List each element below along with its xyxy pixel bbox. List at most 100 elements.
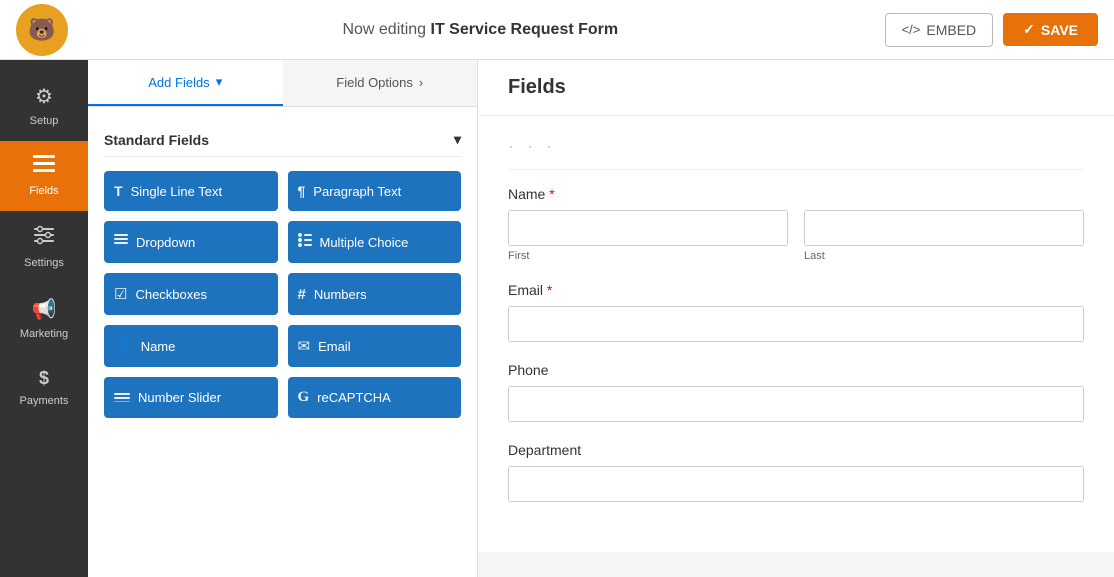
dropdown-icon xyxy=(114,233,128,251)
standard-fields-label: Standard Fields xyxy=(104,132,209,148)
email-label-text: Email xyxy=(508,282,543,298)
settings-icon xyxy=(34,225,54,251)
field-btn-numbers[interactable]: # Numbers xyxy=(288,273,462,315)
sidebar-item-marketing[interactable]: 📢 Marketing xyxy=(0,283,88,354)
department-input[interactable] xyxy=(508,466,1084,502)
field-options-chevron-icon: › xyxy=(419,75,423,90)
editing-prefix: Now editing xyxy=(342,21,426,38)
sidebar-setup-label: Setup xyxy=(30,115,59,127)
tab-add-fields[interactable]: Add Fields ▾ xyxy=(88,60,283,106)
embed-label: EMBED xyxy=(926,22,976,38)
form-field-name: Name * First Last xyxy=(508,186,1084,262)
phone-input[interactable] xyxy=(508,386,1084,422)
fields-heading: Fields xyxy=(508,76,566,98)
save-button[interactable]: ✓ SAVE xyxy=(1003,13,1098,46)
form-field-department: Department xyxy=(508,442,1084,502)
checkboxes-label: Checkboxes xyxy=(135,287,207,302)
left-panel: Add Fields ▾ Field Options › Standard Fi… xyxy=(88,60,478,577)
name-label: Name xyxy=(141,339,176,354)
single-line-text-label: Single Line Text xyxy=(131,184,223,199)
sidebar-fields-label: Fields xyxy=(29,185,58,197)
field-btn-email[interactable]: ✉ Email xyxy=(288,325,462,367)
form-preview: Fields · · · Name * First xyxy=(478,60,1114,577)
sidebar-payments-label: Payments xyxy=(20,395,69,407)
panel-content: Standard Fields ▾ T Single Line Text ¶ P… xyxy=(88,107,477,577)
last-name-sublabel: Last xyxy=(804,250,1084,262)
phone-field-label: Phone xyxy=(508,362,1084,378)
name-field-label: Name * xyxy=(508,186,1084,202)
embed-code-icon: </> xyxy=(902,22,921,37)
field-btn-recaptcha[interactable]: G reCAPTCHA xyxy=(288,377,462,418)
multiple-choice-icon xyxy=(298,233,312,251)
checkmark-icon: ✓ xyxy=(1023,21,1035,38)
field-btn-paragraph-text[interactable]: ¶ Paragraph Text xyxy=(288,171,462,211)
section-collapse-icon[interactable]: ▾ xyxy=(454,131,461,148)
add-fields-label: Add Fields xyxy=(148,75,209,90)
numbers-label: Numbers xyxy=(314,287,367,302)
sidebar: ⚙ Setup Fields xyxy=(0,60,88,577)
header-actions: </> EMBED ✓ SAVE xyxy=(885,13,1098,47)
field-btn-dropdown[interactable]: Dropdown xyxy=(104,221,278,263)
field-btn-number-slider[interactable]: Number Slider xyxy=(104,377,278,418)
single-line-text-icon: T xyxy=(114,183,123,199)
field-options-label: Field Options xyxy=(336,75,413,90)
email-label: Email xyxy=(318,339,351,354)
numbers-icon: # xyxy=(298,286,306,303)
recaptcha-label: reCAPTCHA xyxy=(317,390,391,405)
first-name-col: First xyxy=(508,210,788,262)
form-field-phone: Phone xyxy=(508,362,1084,422)
header-title: Now editing IT Service Request Form xyxy=(76,21,885,39)
checkboxes-icon: ☑ xyxy=(114,285,127,303)
field-btn-checkboxes[interactable]: ☑ Checkboxes xyxy=(104,273,278,315)
department-field-label: Department xyxy=(508,442,1084,458)
sidebar-marketing-label: Marketing xyxy=(20,328,68,340)
field-btn-name[interactable]: 👤 Name xyxy=(104,325,278,367)
standard-fields-section: Standard Fields ▾ xyxy=(104,123,461,157)
number-slider-icon xyxy=(114,389,130,406)
form-preview-body: · · · Name * First Last xyxy=(478,116,1114,552)
number-slider-label: Number Slider xyxy=(138,390,221,405)
save-label: SAVE xyxy=(1041,22,1078,38)
field-btn-single-line-text[interactable]: T Single Line Text xyxy=(104,171,278,211)
recaptcha-icon: G xyxy=(298,389,310,406)
email-field-label: Email * xyxy=(508,282,1084,298)
logo-area: 🐻 xyxy=(16,4,76,56)
first-name-input[interactable] xyxy=(508,210,788,246)
panel-tabs: Add Fields ▾ Field Options › xyxy=(88,60,477,107)
sidebar-item-setup[interactable]: ⚙ Setup xyxy=(0,70,88,141)
email-input[interactable] xyxy=(508,306,1084,342)
name-required-marker: * xyxy=(545,186,554,202)
sidebar-item-fields[interactable]: Fields xyxy=(0,141,88,211)
last-name-col: Last xyxy=(804,210,1084,262)
multiple-choice-label: Multiple Choice xyxy=(320,235,409,250)
sidebar-settings-label: Settings xyxy=(24,257,64,269)
form-preview-header: Fields xyxy=(478,60,1114,116)
main-layout: ⚙ Setup Fields xyxy=(0,60,1114,577)
add-fields-chevron-icon: ▾ xyxy=(216,74,223,90)
tab-field-options[interactable]: Field Options › xyxy=(283,60,478,106)
dropdown-label: Dropdown xyxy=(136,235,195,250)
fields-grid: T Single Line Text ¶ Paragraph Text xyxy=(104,171,461,418)
paragraph-text-icon: ¶ xyxy=(298,183,306,199)
fields-icon xyxy=(33,155,55,179)
email-required-marker: * xyxy=(543,282,552,298)
paragraph-text-label: Paragraph Text xyxy=(313,184,401,199)
department-label-text: Department xyxy=(508,442,581,458)
field-btn-multiple-choice[interactable]: Multiple Choice xyxy=(288,221,462,263)
partial-top-hint: · · · xyxy=(508,136,1084,170)
form-name: IT Service Request Form xyxy=(431,21,619,38)
name-label-text: Name xyxy=(508,186,545,202)
embed-button[interactable]: </> EMBED xyxy=(885,13,994,47)
last-name-input[interactable] xyxy=(804,210,1084,246)
form-field-email: Email * xyxy=(508,282,1084,342)
payments-icon: $ xyxy=(39,368,49,389)
sidebar-item-settings[interactable]: Settings xyxy=(0,211,88,283)
app-header: 🐻 Now editing IT Service Request Form </… xyxy=(0,0,1114,60)
marketing-icon: 📢 xyxy=(32,297,57,322)
email-icon: ✉ xyxy=(298,337,311,355)
first-name-sublabel: First xyxy=(508,250,788,262)
name-icon: 👤 xyxy=(114,337,133,355)
sidebar-item-payments[interactable]: $ Payments xyxy=(0,354,88,421)
name-row: First Last xyxy=(508,210,1084,262)
app-logo: 🐻 xyxy=(16,4,68,56)
